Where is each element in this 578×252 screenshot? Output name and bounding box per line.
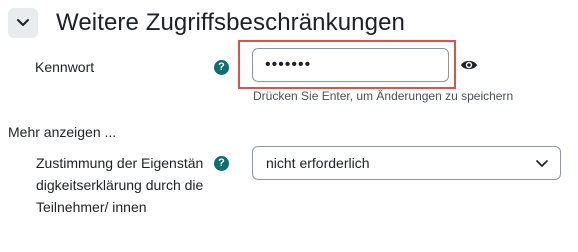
chevron-down-icon: [536, 160, 548, 167]
consent-label: Zustimmung der Eigenständigkeitserklärun…: [36, 155, 204, 215]
collapse-toggle-button[interactable]: [8, 8, 38, 38]
consent-select-value: nicht erforderlich: [266, 155, 370, 171]
password-label: Kennwort: [35, 59, 95, 75]
show-more-link[interactable]: Mehr anzeigen ...: [8, 124, 116, 140]
section-header: Weitere Zugriffsbeschränkungen: [8, 8, 405, 38]
chevron-down-icon: [17, 19, 29, 26]
settings-page: Weitere Zugriffsbeschränkungen Kennwort …: [0, 0, 578, 252]
password-input[interactable]: •••••••: [252, 48, 449, 82]
eye-icon[interactable]: [460, 59, 478, 71]
consent-select[interactable]: nicht erforderlich: [252, 146, 561, 180]
password-hint: Drücken Sie Enter, um Änderungen zu spei…: [253, 89, 514, 103]
section-title: Weitere Zugriffsbeschränkungen: [56, 9, 405, 36]
help-icon[interactable]: ?: [214, 60, 229, 75]
help-icon[interactable]: ?: [214, 156, 229, 171]
